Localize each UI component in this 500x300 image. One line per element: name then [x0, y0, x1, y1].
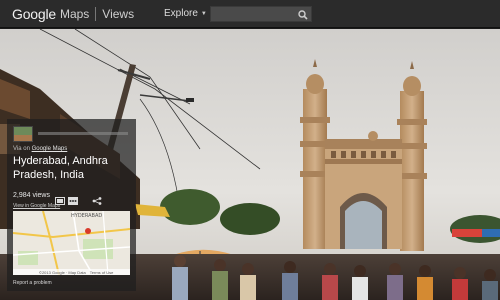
report-problem-link[interactable]: Report a problem: [13, 280, 52, 286]
views-count: 2,984 views: [13, 192, 50, 199]
location-minimap[interactable]: HYDERABAD · ©2013 Google · Map Data Term…: [13, 211, 130, 275]
photo-info-panel: Via on Google Maps Hyderabad, Andhra Pra…: [7, 119, 136, 291]
search-icon[interactable]: [297, 8, 309, 20]
via-line: Via on Google Maps: [13, 146, 67, 152]
logo-google-text: Google: [12, 6, 56, 22]
author-avatar[interactable]: [13, 126, 33, 142]
more-options-icon[interactable]: [68, 192, 78, 205]
search-input[interactable]: [211, 7, 297, 21]
logo-divider: [95, 7, 97, 21]
logo-maps-text: Maps: [59, 7, 90, 21]
author-name[interactable]: [38, 132, 128, 135]
top-bar: Google Maps Views Explore ▼: [0, 0, 500, 28]
logo-views-text: Views: [102, 7, 135, 21]
svg-text:·: ·: [53, 249, 54, 254]
search-box: [210, 6, 312, 22]
view-in-maps-link[interactable]: View in Google Maps: [13, 203, 60, 209]
google-maps-views-logo[interactable]: Google Maps Views: [12, 6, 134, 22]
via-google-maps-link[interactable]: Google Maps: [32, 146, 68, 152]
share-icon[interactable]: [92, 192, 102, 205]
explore-menu-button[interactable]: Explore ▼: [164, 8, 207, 19]
via-prefix: Via on: [13, 146, 30, 152]
photo-stats-row: 2,984 views: [13, 192, 131, 205]
chevron-down-icon: ▼: [200, 10, 207, 17]
photo-location-title: Hyderabad, Andhra Pradesh, India: [13, 155, 108, 181]
map-copyright: ©2013 Google · Map Data: [39, 269, 86, 275]
map-attribution: ©2013 Google · Map Data Terms of Use: [13, 269, 130, 275]
map-terms-link[interactable]: Terms of Use: [90, 270, 114, 275]
map-city-label: HYDERABAD: [71, 213, 102, 219]
explore-label: Explore: [164, 8, 198, 19]
embed-icon[interactable]: [55, 192, 65, 205]
